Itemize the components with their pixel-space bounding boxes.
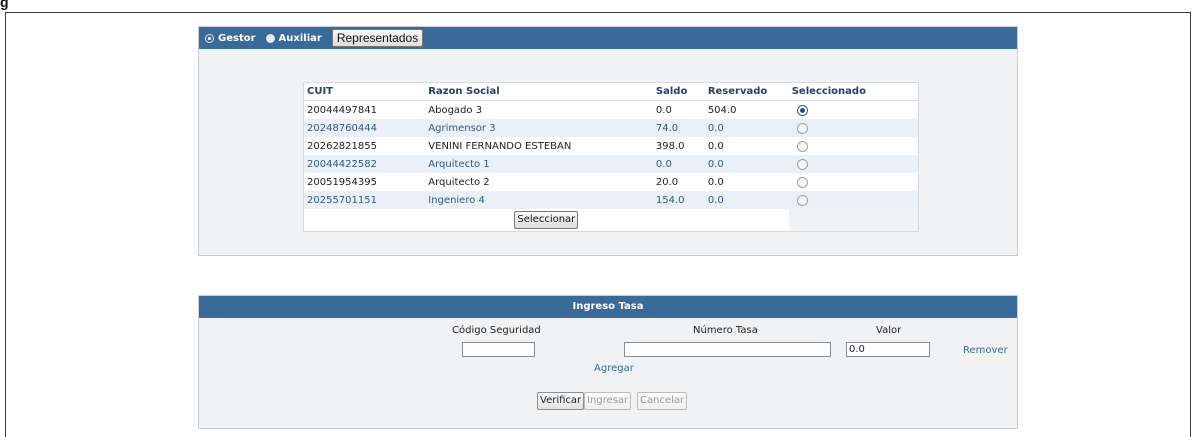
cell-select bbox=[788, 191, 919, 209]
cell-saldo: 0.0 bbox=[652, 155, 705, 173]
cell-saldo: 0.0 bbox=[652, 100, 705, 119]
col-reservado: Reservado bbox=[704, 82, 789, 101]
represented-table: CUIT Razon Social Saldo Reservado Selecc… bbox=[303, 82, 919, 232]
cell-saldo: 74.0 bbox=[652, 119, 705, 137]
auxiliar-radio[interactable] bbox=[265, 33, 275, 43]
table-row[interactable]: 20248760444 Agrimensor 3 74.0 0.0 bbox=[303, 119, 919, 137]
cell-reservado: 0.0 bbox=[704, 191, 789, 209]
row-select-radio[interactable] bbox=[796, 159, 808, 170]
select-button-cell: Seleccionar bbox=[303, 209, 789, 232]
valor-label: Valor bbox=[876, 325, 902, 336]
representados-button[interactable]: Representados bbox=[331, 29, 424, 47]
table-row[interactable]: 20051954395 Arquitecto 2 20.0 0.0 bbox=[303, 173, 919, 191]
cell-cuit: 20044497841 bbox=[303, 100, 426, 119]
cancelar-button[interactable]: Cancelar bbox=[637, 392, 688, 410]
cell-reservado: 0.0 bbox=[704, 119, 789, 137]
cell-razon: Abogado 3 bbox=[425, 100, 653, 119]
cell-reservado: 0.0 bbox=[704, 173, 789, 191]
cell-cuit: 20044422582 bbox=[303, 155, 426, 173]
mode-bar: Gestor Auxiliar Representados bbox=[199, 27, 1017, 49]
ingreso-tasa-panel: Ingreso Tasa Código Seguridad Número Tas… bbox=[198, 295, 1018, 429]
cell-reservado: 0.0 bbox=[704, 137, 789, 155]
row-select-radio[interactable] bbox=[796, 123, 808, 134]
gestor-option[interactable]: Gestor bbox=[205, 33, 256, 44]
represented-panel: Gestor Auxiliar Representados CUIT Razon… bbox=[198, 26, 1018, 256]
auxiliar-option[interactable]: Auxiliar bbox=[265, 32, 322, 44]
col-razon-social: Razon Social bbox=[425, 82, 653, 101]
table-row[interactable]: 20044422582 Arquitecto 1 0.0 0.0 bbox=[303, 155, 919, 173]
select-button-row: Seleccionar bbox=[303, 209, 919, 232]
cell-select bbox=[788, 173, 919, 191]
col-cuit: CUIT bbox=[303, 82, 426, 101]
cell-select bbox=[788, 119, 919, 137]
cell-select bbox=[788, 155, 919, 173]
verificar-button[interactable]: Verificar bbox=[537, 392, 585, 410]
gestor-radio[interactable] bbox=[205, 33, 214, 43]
col-saldo: Saldo bbox=[652, 82, 705, 101]
valor-input[interactable] bbox=[846, 342, 930, 357]
ingresar-button[interactable]: Ingresar bbox=[584, 392, 632, 410]
agregar-link[interactable]: Agregar bbox=[594, 363, 634, 374]
row-select-radio[interactable] bbox=[796, 105, 808, 116]
page-heading-partial: g bbox=[0, 0, 9, 10]
codigo-seguridad-input[interactable] bbox=[462, 342, 535, 357]
row-select-radio[interactable] bbox=[796, 195, 808, 206]
cell-reservado: 504.0 bbox=[704, 100, 789, 119]
cell-saldo: 20.0 bbox=[652, 173, 705, 191]
remover-link[interactable]: Remover bbox=[963, 345, 1008, 356]
table-row[interactable]: 20044497841 Abogado 3 0.0 504.0 bbox=[303, 100, 919, 119]
cell-razon: Arquitecto 1 bbox=[425, 155, 653, 173]
auxiliar-label: Auxiliar bbox=[278, 32, 322, 44]
cell-cuit: 20248760444 bbox=[303, 119, 426, 137]
numero-tasa-input[interactable] bbox=[624, 342, 831, 357]
table-header-row: CUIT Razon Social Saldo Reservado Selecc… bbox=[303, 82, 919, 101]
numero-tasa-label: Número Tasa bbox=[693, 325, 758, 336]
cell-razon: VENINI FERNANDO ESTEBAN bbox=[425, 137, 653, 155]
cell-cuit: 20262821855 bbox=[303, 137, 426, 155]
cell-cuit: 20255701151 bbox=[303, 191, 426, 209]
cell-cuit: 20051954395 bbox=[303, 173, 426, 191]
gestor-label: Gestor bbox=[218, 32, 256, 44]
col-seleccionado: Seleccionado bbox=[788, 82, 919, 101]
seleccionar-button[interactable]: Seleccionar bbox=[514, 211, 579, 229]
cell-saldo: 398.0 bbox=[652, 137, 705, 155]
cell-select bbox=[788, 100, 919, 119]
cell-razon: Arquitecto 2 bbox=[425, 173, 653, 191]
codigo-seguridad-label: Código Seguridad bbox=[452, 325, 541, 336]
cell-razon: Ingeniero 4 bbox=[425, 191, 653, 209]
cell-razon: Agrimensor 3 bbox=[425, 119, 653, 137]
table-row[interactable]: 20262821855 VENINI FERNANDO ESTEBAN 398.… bbox=[303, 137, 919, 155]
ingreso-tasa-title: Ingreso Tasa bbox=[199, 296, 1017, 318]
row-select-radio[interactable] bbox=[796, 141, 808, 152]
table-row[interactable]: 20255701151 Ingeniero 4 154.0 0.0 bbox=[303, 191, 919, 209]
cell-select bbox=[788, 137, 919, 155]
row-select-radio[interactable] bbox=[796, 177, 808, 188]
cell-reservado: 0.0 bbox=[704, 155, 789, 173]
cell-saldo: 154.0 bbox=[652, 191, 705, 209]
